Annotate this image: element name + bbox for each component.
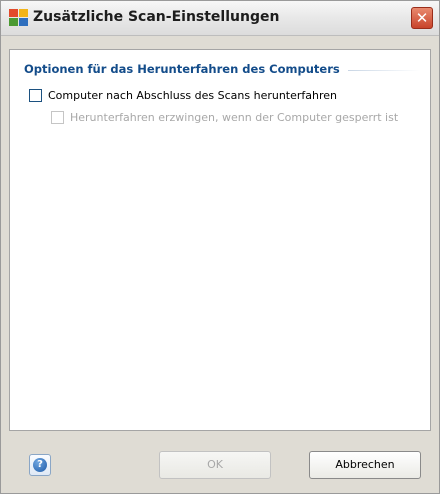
close-icon: ✕ (415, 9, 429, 27)
shutdown-after-scan-label[interactable]: Computer nach Abschluss des Scans herunt… (48, 89, 337, 102)
force-shutdown-label: Herunterfahren erzwingen, wenn der Compu… (70, 111, 399, 124)
close-button[interactable]: ✕ (411, 7, 433, 29)
help-button[interactable]: ? (29, 454, 51, 476)
avg-logo-icon (9, 9, 29, 27)
help-icon: ? (33, 458, 47, 472)
shutdown-after-scan-option[interactable]: Computer nach Abschluss des Scans herunt… (29, 89, 359, 103)
cancel-button[interactable]: Abbrechen (309, 451, 421, 479)
section-header: Optionen für das Herunterfahren des Comp… (24, 62, 340, 76)
dialog-window: Zusätzliche Scan-Einstellungen ✕ Optione… (0, 0, 440, 494)
ok-button[interactable]: OK (159, 451, 271, 479)
title-bar[interactable]: Zusätzliche Scan-Einstellungen ✕ (1, 1, 439, 36)
force-shutdown-checkbox (51, 111, 64, 124)
settings-panel: Optionen für das Herunterfahren des Comp… (9, 49, 431, 431)
force-shutdown-option: Herunterfahren erzwingen, wenn der Compu… (51, 111, 411, 125)
shutdown-after-scan-checkbox[interactable] (29, 89, 42, 102)
window-title: Zusätzliche Scan-Einstellungen (33, 9, 280, 25)
section-divider (348, 70, 420, 71)
